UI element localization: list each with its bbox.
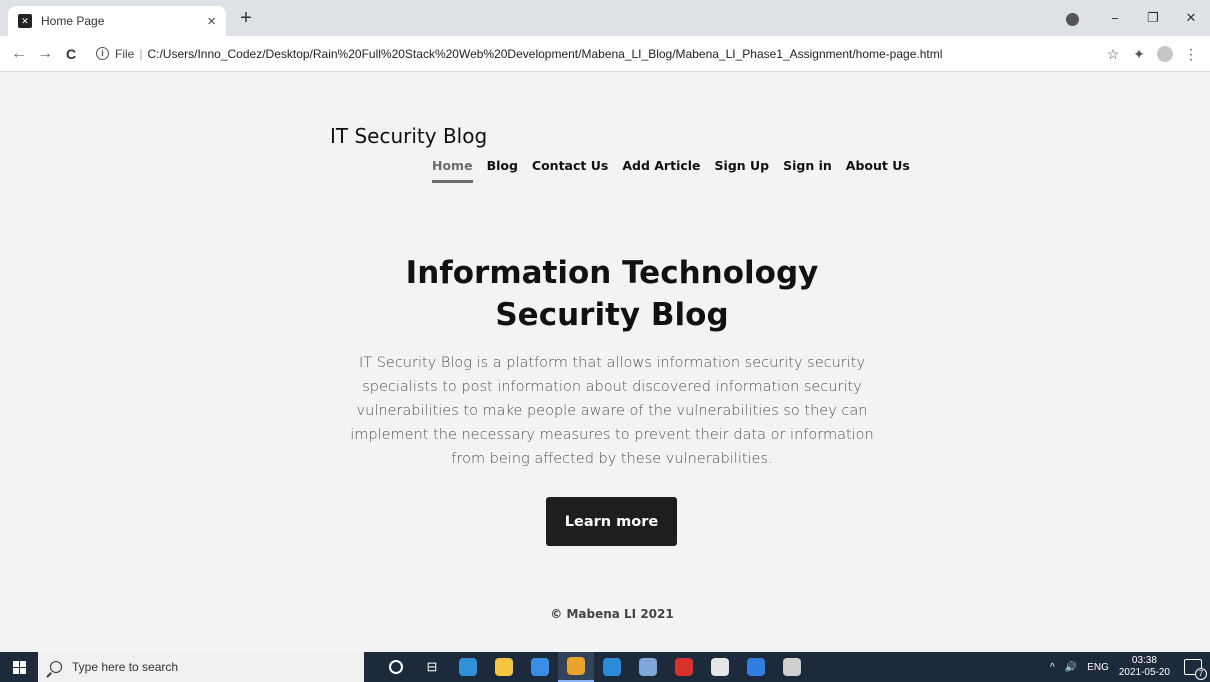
mail-icon	[531, 658, 549, 676]
url-text[interactable]: C:/Users/Inno_Codez/Desktop/Rain%20Full%…	[147, 47, 942, 61]
nav-blog[interactable]: Blog	[487, 158, 518, 183]
address-separator: |	[139, 46, 143, 61]
nav-home[interactable]: Home	[432, 158, 473, 183]
taskbar-app-file-explorer[interactable]	[486, 652, 522, 682]
browser-toolbar: ← → C i File | C:/Users/Inno_Codez/Deskt…	[0, 36, 1210, 72]
menu-icon[interactable]: ⋮	[1178, 46, 1204, 63]
taskbar: Type here to search ⊟ ^ 🔊 ENG 03:38 2021…	[0, 652, 1210, 682]
firefox-icon	[747, 658, 765, 676]
back-icon[interactable]: ←	[6, 45, 32, 63]
forward-icon[interactable]: →	[32, 45, 58, 63]
tray-chevron-icon[interactable]: ^	[1050, 662, 1055, 673]
page-content: IT Security Blog Home Blog Contact Us Ad…	[0, 72, 1210, 652]
notification-count: 7	[1195, 668, 1207, 680]
profile-icon[interactable]	[1066, 13, 1079, 26]
close-tab-icon[interactable]: ×	[207, 13, 216, 30]
hero-title: Information Technology Security Blog	[405, 255, 819, 333]
system-tray: ^ 🔊 ENG 03:38 2021-05-20 7	[1050, 652, 1210, 682]
search-icon	[50, 661, 62, 673]
file-label: File	[115, 46, 135, 61]
restore-button[interactable]: ❐	[1134, 10, 1172, 26]
avatar-icon[interactable]	[1157, 46, 1173, 62]
task-view-button[interactable]: ⊟	[414, 652, 450, 682]
slack-icon	[711, 658, 729, 676]
file-explorer-icon	[495, 658, 513, 676]
site-brand[interactable]: IT Security Blog	[330, 124, 487, 148]
window-controls: − ❐ ✕	[1096, 0, 1210, 36]
volume-icon[interactable]: 🔊	[1065, 662, 1077, 673]
tab-strip: ✕ Home Page × + − ❐ ✕	[0, 0, 1210, 36]
clock-time: 03:38	[1131, 655, 1157, 666]
info-icon[interactable]: i	[96, 47, 109, 60]
hero-description: IT Security Blog is a platform that allo…	[350, 355, 874, 467]
tab-title: Home Page	[41, 14, 105, 28]
taskbar-app-slack[interactable]	[702, 652, 738, 682]
acrobat-icon	[675, 658, 693, 676]
nav-add-article[interactable]: Add Article	[622, 158, 700, 183]
browser-tab[interactable]: ✕ Home Page ×	[8, 6, 226, 36]
taskbar-app-vscode[interactable]	[594, 652, 630, 682]
start-button[interactable]	[0, 652, 38, 682]
vscode-icon	[603, 658, 621, 676]
edge-icon	[459, 658, 477, 676]
chrome-icon	[567, 657, 585, 675]
favicon-icon: ✕	[18, 14, 32, 28]
taskbar-app-terminal[interactable]	[774, 652, 810, 682]
clock[interactable]: 03:38 2021-05-20	[1119, 655, 1170, 679]
taskbar-app-chrome[interactable]	[558, 652, 594, 682]
terminal-icon	[783, 658, 801, 676]
nav-sign-in[interactable]: Sign in	[783, 158, 832, 183]
taskbar-app-firefox[interactable]	[738, 652, 774, 682]
windows-icon	[12, 660, 26, 674]
language-indicator[interactable]: ENG	[1087, 662, 1109, 673]
search-placeholder: Type here to search	[72, 660, 179, 674]
minimize-button[interactable]: −	[1096, 11, 1134, 26]
taskbar-app-acrobat[interactable]	[666, 652, 702, 682]
taskbar-app-mail[interactable]	[522, 652, 558, 682]
close-window-button[interactable]: ✕	[1172, 10, 1210, 26]
task-view-icon: ⊟	[426, 659, 438, 674]
learn-more-button[interactable]: Learn more	[546, 497, 677, 546]
new-tab-button[interactable]: +	[236, 8, 256, 29]
bookmark-star-icon[interactable]: ☆	[1100, 46, 1126, 63]
notes-icon	[639, 658, 657, 676]
footer-copyright: © Mabena LI 2021	[550, 607, 674, 621]
taskbar-search[interactable]: Type here to search	[38, 652, 364, 682]
main-nav: Home Blog Contact Us Add Article Sign Up…	[432, 158, 924, 183]
taskbar-app-edge[interactable]	[450, 652, 486, 682]
cortana-icon	[389, 660, 403, 674]
taskbar-app-notes[interactable]	[630, 652, 666, 682]
address-bar[interactable]: i File | C:/Users/Inno_Codez/Desktop/Rai…	[96, 40, 942, 68]
reload-icon[interactable]: C	[58, 46, 84, 62]
cortana-button[interactable]	[378, 652, 414, 682]
nav-sign-up[interactable]: Sign Up	[715, 158, 770, 183]
notification-icon[interactable]: 7	[1184, 659, 1207, 680]
nav-about-us[interactable]: About Us	[846, 158, 910, 183]
toolbar-actions: ☆ ✦ ⋮	[1100, 36, 1204, 72]
nav-contact-us[interactable]: Contact Us	[532, 158, 608, 183]
extensions-icon[interactable]: ✦	[1126, 46, 1152, 63]
taskbar-apps: ⊟	[378, 652, 810, 682]
clock-date: 2021-05-20	[1118, 667, 1170, 678]
